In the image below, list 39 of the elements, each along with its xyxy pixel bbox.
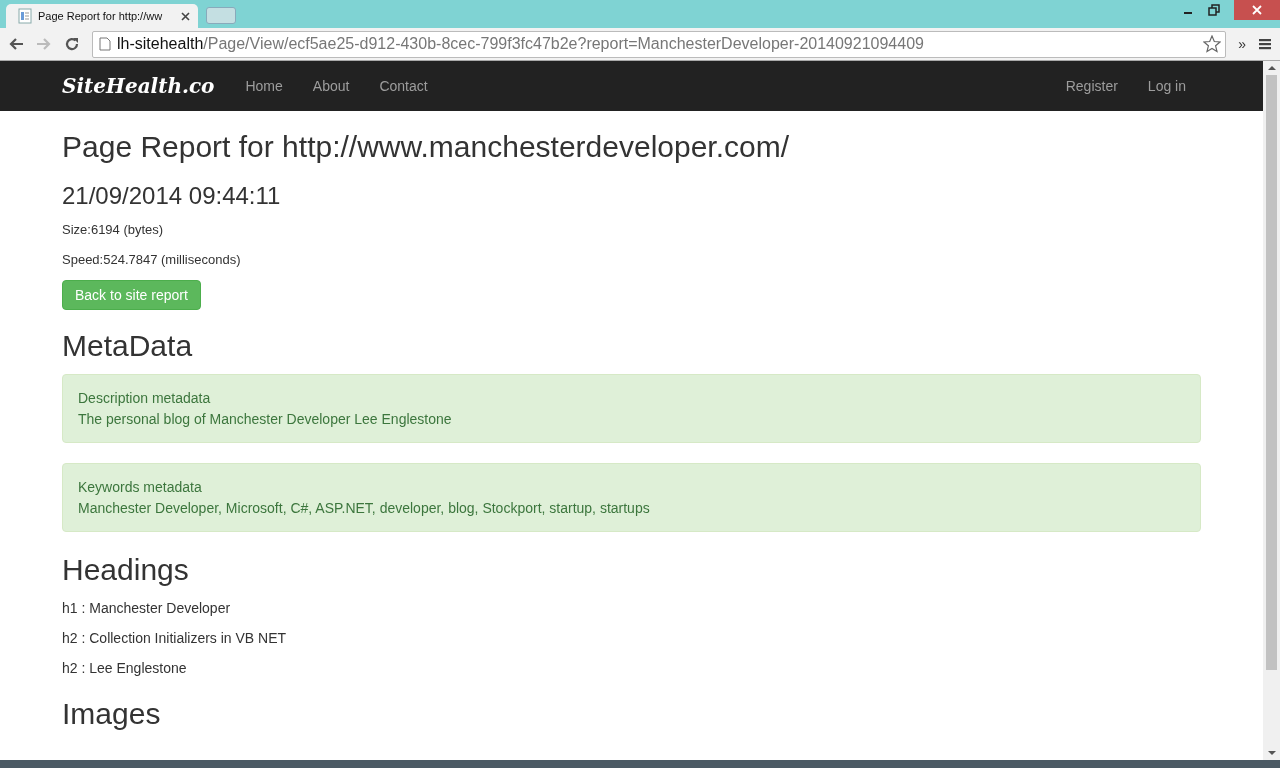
heading-item: h1 : Manchester Developer [62,599,232,618]
reload-icon[interactable] [64,36,80,52]
heading-item: h2 : Lee Englestone [62,659,188,678]
tab-title: Page Report for http://ww [38,10,164,22]
scrollbar[interactable] [1263,61,1280,760]
section-heading: MetaData [62,328,194,364]
heading-item: h2 : Collection Initializers in VB NET [62,629,288,648]
page-speed: Speed:524.7847 (milliseconds) [62,251,242,269]
address-bar[interactable]: lh-sitehealth/Page/View/ecf5ae25-d912-430b-8cec-799f3fc47b2e?report=ManchesterDeveloper-20140921094409 [92,30,1227,58]
brand-logo[interactable]: SiteHealth.co [62,74,215,98]
page-icon [18,8,32,24]
scroll-down-icon[interactable] [1267,750,1276,756]
nav-link[interactable]: Register [1050,78,1133,94]
nav-link[interactable]: Log in [1132,78,1201,94]
window-close-button[interactable] [1234,0,1280,20]
menu-icon[interactable] [1258,37,1272,51]
section-heading: Headings [62,552,190,588]
metadata-label: Keywords metadata [78,479,203,495]
metadata-value: The personal blog of Manchester Developer Lee Englestone [78,411,453,427]
page-icon [99,37,111,51]
nav-link[interactable]: About [297,78,365,94]
nav-link[interactable]: Home [230,78,298,94]
extensions-overflow-button[interactable]: » [1238,36,1246,52]
restore-icon[interactable] [1208,4,1220,16]
nav-link[interactable]: Contact [364,78,443,94]
page-title: Page Report for http://www.manchesterdeveloper.com/ [62,129,791,165]
scroll-up-icon[interactable] [1267,65,1276,71]
close-icon[interactable] [181,11,190,21]
metadata-label: Description metadata [78,390,212,406]
url-text: lh-sitehealth/Page/View/ecf5ae25-d912-430b-8cec-799f3fc47b2e?report=ManchesterDeveloper-20140921094409 [117,35,925,53]
metadata-value: Manchester Developer, Microsoft, C#, ASP.NET, developer, blog, Stockport, startup, startups [78,500,651,516]
section-heading: Images [62,696,162,732]
browser-tab[interactable]: Page Report for http://ww [6,4,198,28]
close-icon [1252,5,1262,15]
page-size: Size:6194 (bytes) [62,221,165,239]
scrollbar-thumb[interactable] [1266,75,1277,670]
report-date: 21/09/2014 09:44:11 [62,182,282,210]
star-icon[interactable] [1203,35,1222,53]
back-arrow-icon[interactable] [8,37,24,51]
